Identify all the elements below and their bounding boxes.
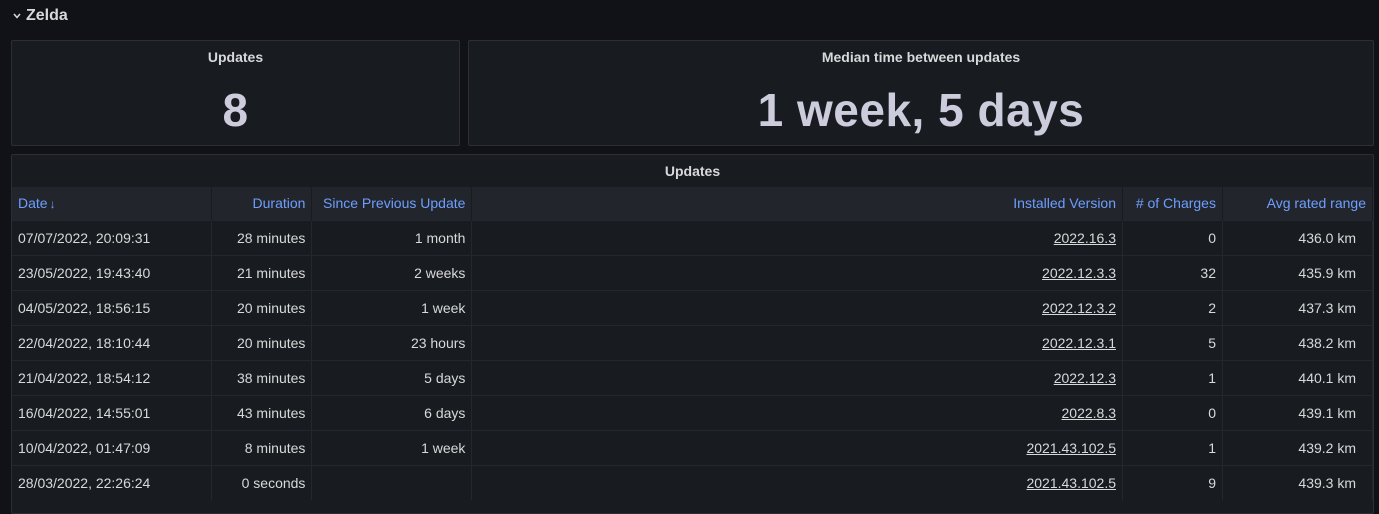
- row-header-zelda[interactable]: Zelda: [12, 4, 68, 28]
- cell-charges: 0: [1122, 219, 1223, 255]
- cell-charges: 1: [1122, 429, 1223, 465]
- cell-avg-range: 437.3 km: [1222, 289, 1373, 325]
- column-header-installed-version[interactable]: Installed Version: [471, 187, 1123, 220]
- updates-table: Date ↓ Duration Since Previous Update Ins…: [12, 187, 1373, 500]
- version-link[interactable]: 2021.43.102.5: [1026, 475, 1116, 491]
- cell-installed-version: 2021.43.102.5: [471, 429, 1123, 465]
- cell-installed-version: 2022.12.3.3: [471, 254, 1123, 290]
- column-header-duration[interactable]: Duration: [211, 187, 313, 220]
- cell-since-previous: 6 days: [311, 394, 473, 430]
- version-link[interactable]: 2022.8.3: [1062, 405, 1117, 421]
- cell-charges: 1: [1122, 359, 1223, 395]
- cell-duration: 43 minutes: [211, 394, 313, 430]
- cell-date: 07/07/2022, 20:09:31: [12, 219, 213, 255]
- cell-duration: 28 minutes: [211, 219, 313, 255]
- cell-installed-version: 2022.8.3: [471, 394, 1123, 430]
- table-row: 22/04/2022, 18:10:44 20 minutes 23 hours 20…: [12, 324, 1373, 360]
- cell-avg-range: 435.9 km: [1222, 254, 1373, 290]
- median-time-stat-panel: Median time between updates 1 week, 5 da…: [468, 40, 1374, 146]
- column-header-date[interactable]: Date ↓: [12, 187, 213, 220]
- table-row: 23/05/2022, 19:43:40 21 minutes 2 weeks 202…: [12, 254, 1373, 290]
- cell-date: 16/04/2022, 14:55:01: [12, 394, 213, 430]
- table-row: 04/05/2022, 18:56:15 20 minutes 1 week 2022…: [12, 289, 1373, 325]
- version-link[interactable]: 2022.12.3.3: [1042, 265, 1116, 281]
- cell-date: 10/04/2022, 01:47:09: [12, 429, 213, 465]
- cell-installed-version: 2022.12.3.1: [471, 324, 1123, 360]
- cell-avg-range: 436.0 km: [1222, 219, 1373, 255]
- cell-since-previous: 1 week: [311, 289, 473, 325]
- cell-date: 28/03/2022, 22:26:24: [12, 464, 213, 500]
- version-link[interactable]: 2021.43.102.5: [1026, 440, 1116, 456]
- stat-value: 1 week, 5 days: [757, 84, 1085, 136]
- cell-avg-range: 439.2 km: [1222, 429, 1373, 465]
- cell-charges: 32: [1122, 254, 1223, 290]
- cell-duration: 0 seconds: [211, 464, 313, 500]
- cell-date: 21/04/2022, 18:54:12: [12, 359, 213, 395]
- panel-title: Updates: [664, 163, 721, 179]
- cell-duration: 20 minutes: [211, 289, 313, 325]
- cell-charges: 2: [1122, 289, 1223, 325]
- cell-installed-version: 2021.43.102.5: [471, 464, 1123, 500]
- cell-since-previous: [311, 464, 473, 500]
- sort-descending-icon: ↓: [49, 197, 56, 212]
- column-header-since-previous[interactable]: Since Previous Update: [311, 187, 473, 220]
- cell-charges: 5: [1122, 324, 1223, 360]
- version-link[interactable]: 2022.12.3: [1054, 370, 1116, 386]
- cell-since-previous: 5 days: [311, 359, 473, 395]
- table-row: 16/04/2022, 14:55:01 43 minutes 6 days 2022…: [12, 394, 1373, 430]
- stat-value: 8: [222, 84, 249, 136]
- cell-avg-range: 439.3 km: [1222, 464, 1373, 500]
- column-header-charges[interactable]: # of Charges: [1122, 187, 1223, 220]
- table-header-row: Date ↓ Duration Since Previous Update Ins…: [12, 187, 1373, 220]
- panel-title: Median time between updates: [821, 49, 1021, 65]
- version-link[interactable]: 2022.12.3.2: [1042, 300, 1116, 316]
- panel-title: Updates: [207, 49, 264, 65]
- cell-duration: 20 minutes: [211, 324, 313, 360]
- table-row: 10/04/2022, 01:47:09 8 minutes 1 week 2021.…: [12, 429, 1373, 465]
- cell-installed-version: 2022.16.3: [471, 219, 1123, 255]
- updates-table-panel: Updates Date ↓ Duration Since Previous Up…: [11, 154, 1374, 514]
- cell-avg-range: 440.1 km: [1222, 359, 1373, 395]
- cell-charges: 9: [1122, 464, 1223, 500]
- table-row: 21/04/2022, 18:54:12 38 minutes 5 days 2022…: [12, 359, 1373, 395]
- chevron-down-icon: [12, 11, 22, 21]
- cell-date: 23/05/2022, 19:43:40: [12, 254, 213, 290]
- cell-avg-range: 439.1 km: [1222, 394, 1373, 430]
- cell-date: 04/05/2022, 18:56:15: [12, 289, 213, 325]
- cell-installed-version: 2022.12.3: [471, 359, 1123, 395]
- version-link[interactable]: 2022.12.3.1: [1042, 335, 1116, 351]
- cell-avg-range: 438.2 km: [1222, 324, 1373, 360]
- cell-duration: 21 minutes: [211, 254, 313, 290]
- updates-stat-panel: Updates 8: [11, 40, 460, 146]
- column-header-avg-range[interactable]: Avg rated range: [1222, 187, 1373, 220]
- cell-since-previous: 2 weeks: [311, 254, 473, 290]
- cell-duration: 38 minutes: [211, 359, 313, 395]
- cell-since-previous: 1 month: [311, 219, 473, 255]
- table-row: 28/03/2022, 22:26:24 0 seconds 2021.43.102…: [12, 464, 1373, 500]
- cell-since-previous: 23 hours: [311, 324, 473, 360]
- cell-since-previous: 1 week: [311, 429, 473, 465]
- cell-date: 22/04/2022, 18:10:44: [12, 324, 213, 360]
- cell-duration: 8 minutes: [211, 429, 313, 465]
- version-link[interactable]: 2022.16.3: [1054, 230, 1116, 246]
- table-row: 07/07/2022, 20:09:31 28 minutes 1 month 202…: [12, 219, 1373, 255]
- row-title: Zelda: [26, 7, 68, 24]
- cell-charges: 0: [1122, 394, 1223, 430]
- cell-installed-version: 2022.12.3.2: [471, 289, 1123, 325]
